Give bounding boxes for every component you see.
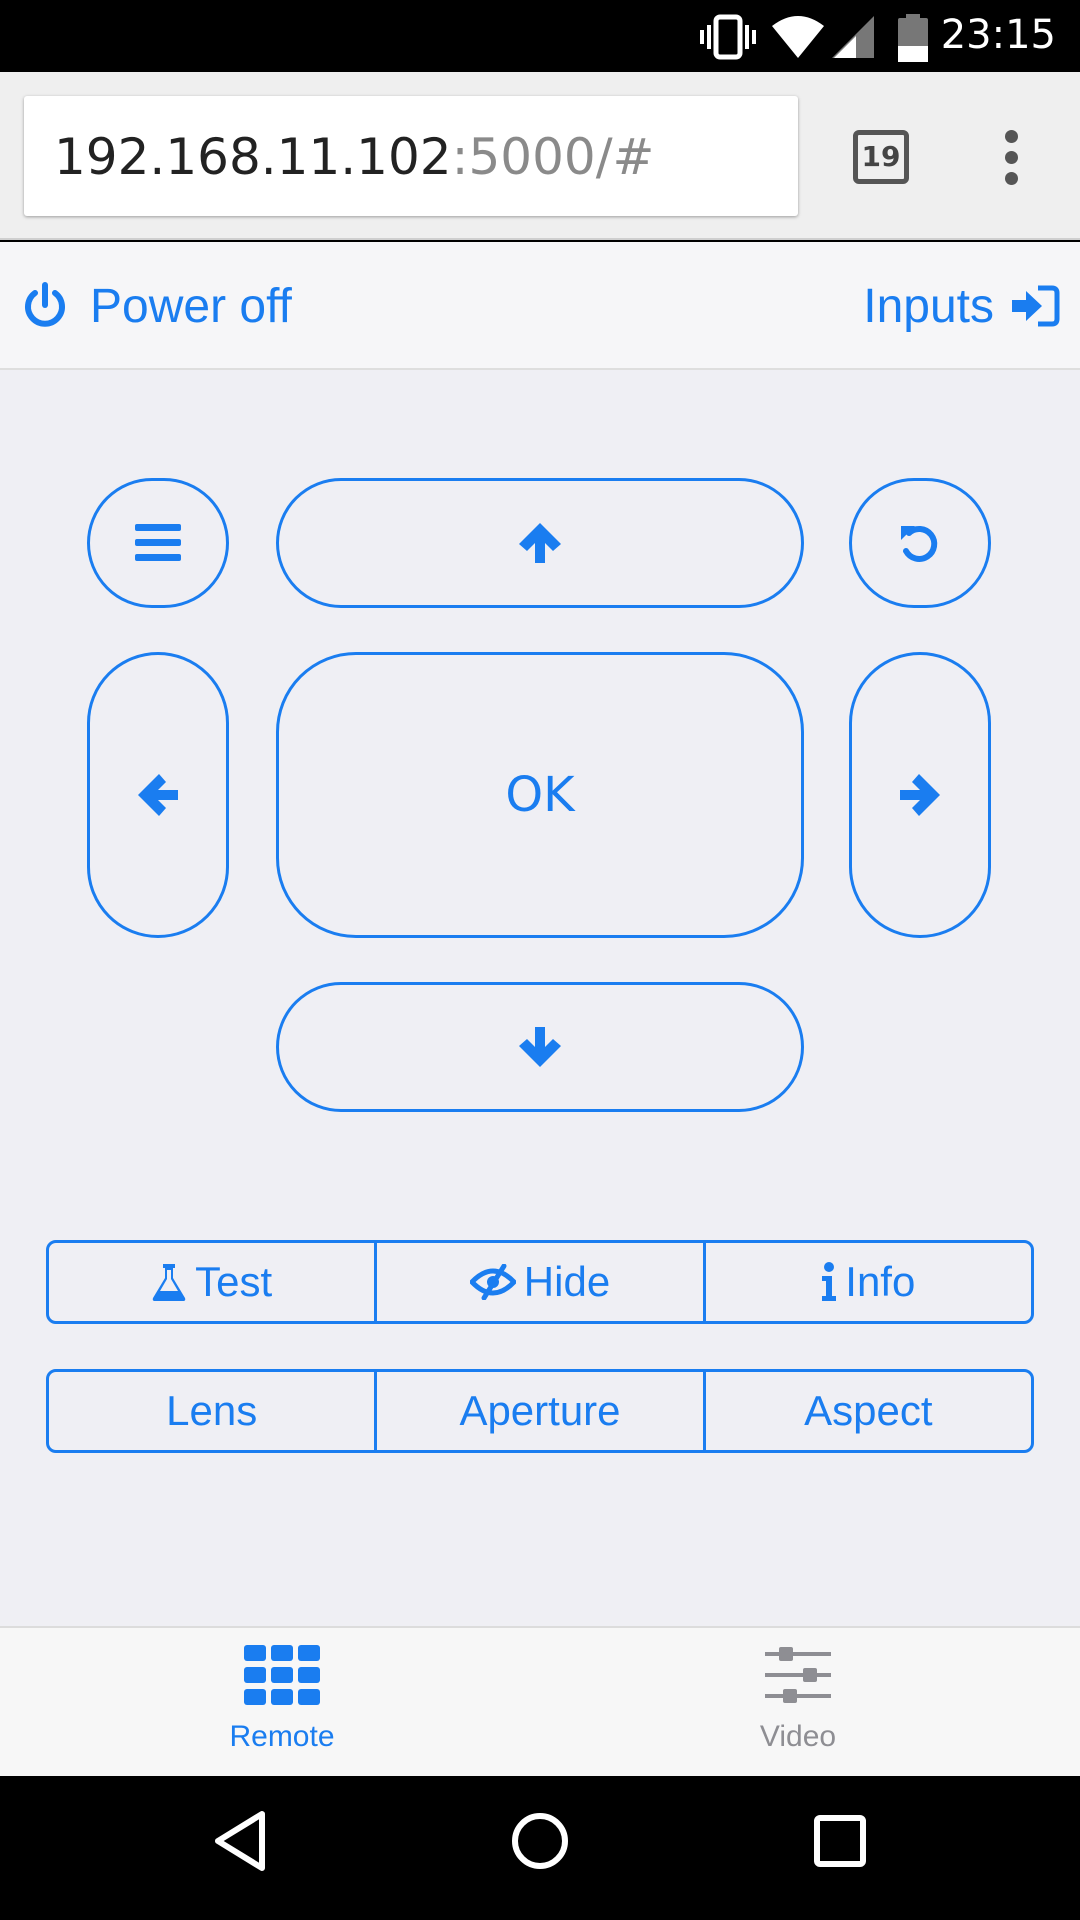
tab-bar: Remote Video [0,1626,1080,1776]
down-button[interactable] [276,982,804,1112]
browser-toolbar: 192.168.11.102:5000/# 19 [0,72,1080,240]
hide-label: Hide [523,1258,611,1305]
menu-button[interactable] [87,478,229,608]
status-time: 23:15 [940,12,1056,58]
power-icon [25,282,65,327]
aspect-label: Aspect [804,1387,933,1434]
recents-square-icon[interactable] [812,1810,868,1872]
arrow-up-icon [519,523,561,563]
lens-label: Lens [166,1387,258,1434]
battery-icon [898,14,928,62]
arrow-left-icon [138,774,178,816]
more-vert-icon[interactable] [996,130,1026,186]
aperture-label: Aperture [459,1387,621,1434]
app-header: Power off Inputs [0,242,1080,370]
cell-signal-icon [832,16,874,58]
url-host: 192.168.11.102 [54,128,452,186]
hide-button[interactable]: Hide [377,1243,706,1321]
home-circle-icon[interactable] [510,1810,570,1872]
arrow-right-icon [900,774,940,816]
url-text[interactable]: 192.168.11.102:5000/# [54,128,654,186]
tab-switcher-button[interactable]: 19 [853,130,909,184]
undo-icon [901,526,938,562]
url-path: :5000/# [451,128,655,186]
tab-video-label: Video [759,1720,837,1753]
action-group-primary: Test Hide Info [46,1240,1034,1324]
status-bar: 23:15 [0,0,1080,72]
info-button[interactable]: Info [706,1243,1031,1321]
ok-label: OK [505,767,575,823]
remote-panel: OK Test Hide Info Lens Aperture Aspect [0,370,1080,1626]
back-button[interactable] [849,478,991,608]
grid-icon [244,1645,320,1705]
right-button[interactable] [849,652,991,938]
eye-slash-icon [469,1264,516,1300]
flask-icon [152,1264,186,1301]
wifi-icon [772,16,824,58]
arrow-down-icon [519,1027,561,1067]
aperture-button[interactable]: Aperture [377,1372,706,1450]
tab-remote[interactable]: Remote [12,1628,552,1776]
left-button[interactable] [87,652,229,938]
inputs-button[interactable]: Inputs [863,274,1060,338]
test-button[interactable]: Test [49,1243,378,1321]
sliders-icon [765,1647,831,1703]
power-off-button[interactable]: Power off [22,274,292,338]
lens-button[interactable]: Lens [49,1372,378,1450]
url-bar[interactable]: 192.168.11.102:5000/# [24,96,798,216]
hamburger-icon [135,524,181,561]
power-off-label: Power off [90,279,292,333]
tab-video[interactable]: Video [528,1628,1068,1776]
sign-in-icon [1012,285,1060,327]
action-group-secondary: Lens Aperture Aspect [46,1369,1034,1453]
test-label: Test [195,1258,273,1305]
info-icon [822,1262,837,1301]
inputs-label: Inputs [863,279,994,333]
back-triangle-icon[interactable] [212,1810,268,1872]
tab-remote-label: Remote [229,1720,335,1753]
vibrate-icon [700,14,756,60]
aspect-button[interactable]: Aspect [706,1372,1031,1450]
ok-button[interactable]: OK [276,652,804,938]
up-button[interactable] [276,478,804,608]
system-nav-bar [0,1776,1080,1920]
info-label: Info [845,1258,916,1305]
